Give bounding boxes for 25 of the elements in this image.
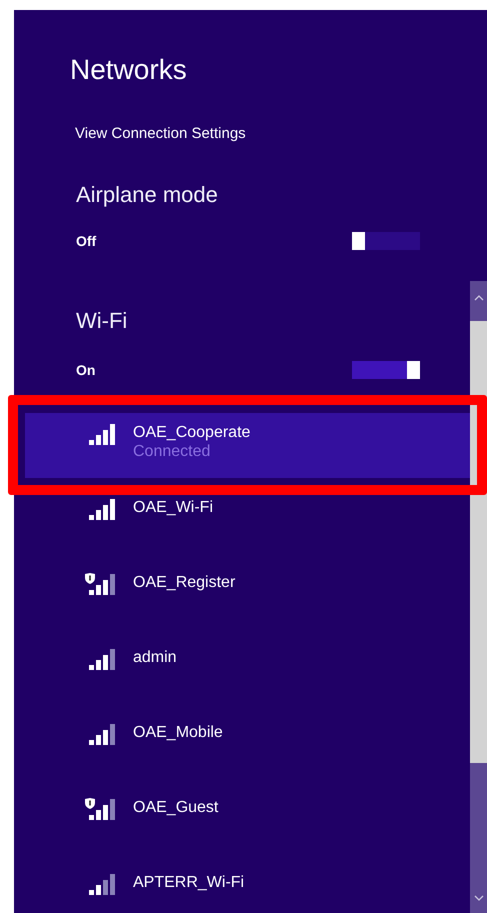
network-item[interactable]: APTERR_Wi-Fi — [25, 863, 470, 913]
toggle-switch[interactable] — [352, 361, 420, 379]
connection-status: Connected — [133, 442, 212, 461]
network-name: OAE_Guest — [133, 798, 218, 817]
section-heading: Wi-Fi — [76, 308, 128, 334]
view-connection-settings-link[interactable]: View Connection Settings — [75, 125, 246, 143]
network-item[interactable]: OAE_Mobile — [25, 713, 470, 778]
network-name: OAE_Wi-Fi — [133, 498, 213, 517]
chevron-up-icon[interactable] — [474, 295, 484, 301]
network-item[interactable]: admin — [25, 638, 470, 703]
network-item[interactable]: OAE_Guest — [25, 788, 470, 853]
network-item[interactable]: OAE_Cooperate Connected — [25, 413, 470, 478]
network-name: OAE_Register — [133, 573, 236, 592]
network-name: OAE_Mobile — [133, 723, 223, 742]
toggle-switch[interactable] — [352, 232, 420, 250]
panel-title: Networks — [70, 53, 188, 87]
toggle-state-label: On — [76, 360, 96, 380]
network-name: admin — [133, 648, 177, 667]
section-heading: Airplane mode — [76, 182, 219, 208]
network-name: OAE_Cooperate — [133, 423, 250, 442]
network-item[interactable]: OAE_Wi-Fi — [25, 488, 470, 553]
toggle-state-label: Off — [76, 232, 96, 250]
network-item[interactable]: OAE_Register — [25, 563, 470, 628]
chevron-down-icon[interactable] — [474, 895, 484, 901]
network-name: APTERR_Wi-Fi — [133, 873, 244, 892]
